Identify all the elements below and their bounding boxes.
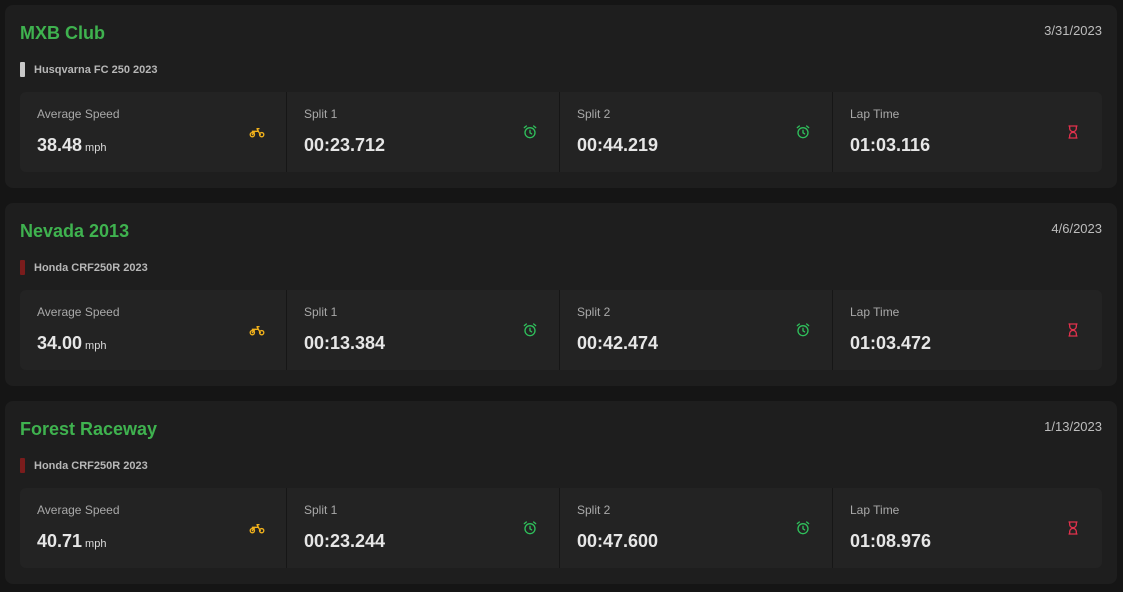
stat-split-1: Split 1 00:23.712 bbox=[287, 92, 560, 172]
stat-split-1: Split 1 00:13.384 bbox=[287, 290, 560, 370]
stat-value-number: 01:08.976 bbox=[850, 531, 932, 551]
stat-label: Split 1 bbox=[304, 305, 338, 319]
stat-value: 01:03.116 bbox=[850, 135, 930, 156]
hourglass-icon bbox=[1064, 321, 1082, 339]
alarm-clock-icon bbox=[794, 321, 812, 339]
bike-color-bar bbox=[20, 260, 25, 275]
bike-name: Honda CRF250R 2023 bbox=[34, 459, 148, 472]
stat-value: 01:03.472 bbox=[850, 333, 931, 354]
stat-split-2: Split 2 00:44.219 bbox=[560, 92, 833, 172]
session-date: 3/31/2023 bbox=[1044, 23, 1102, 38]
motorcycle-icon bbox=[248, 519, 266, 537]
stat-label: Lap Time bbox=[850, 305, 900, 319]
stat-value-number: 00:42.474 bbox=[577, 333, 659, 353]
alarm-clock-icon bbox=[521, 519, 539, 537]
stats-row: Average Speed 38.48 mph Split 1 00:23.712… bbox=[20, 92, 1102, 172]
stat-value-number: 00:23.244 bbox=[304, 531, 386, 551]
stat-unit: mph bbox=[85, 142, 107, 154]
alarm-clock-icon bbox=[521, 123, 539, 141]
bike-tag: Honda CRF250R 2023 bbox=[20, 260, 148, 275]
stat-value-number: 00:13.384 bbox=[304, 333, 386, 353]
motorcycle-icon bbox=[248, 123, 266, 141]
stat-label: Split 2 bbox=[577, 107, 611, 121]
stat-value: 34.00 mph bbox=[37, 333, 106, 354]
track-name: Forest Raceway bbox=[20, 419, 158, 439]
stat-label: Average Speed bbox=[37, 305, 120, 319]
stat-value-number: 00:47.600 bbox=[577, 531, 659, 551]
stat-value: 00:44.219 bbox=[577, 135, 658, 156]
session-card[interactable]: Forest Raceway 1/13/2023 Honda CRF250R 2… bbox=[5, 401, 1117, 584]
stats-row: Average Speed 34.00 mph Split 1 00:13.384… bbox=[20, 290, 1102, 370]
alarm-clock-icon bbox=[794, 519, 812, 537]
stat-label: Split 1 bbox=[304, 503, 338, 517]
alarm-clock-icon bbox=[794, 123, 812, 141]
stat-value-number: 00:23.712 bbox=[304, 135, 386, 155]
session-card[interactable]: Nevada 2013 4/6/2023 Honda CRF250R 2023 … bbox=[5, 203, 1117, 386]
stat-label: Average Speed bbox=[37, 503, 120, 517]
stat-label: Split 2 bbox=[577, 503, 611, 517]
stat-unit: mph bbox=[85, 340, 107, 352]
motorcycle-icon bbox=[248, 321, 266, 339]
stat-value-number: 01:03.116 bbox=[850, 135, 931, 155]
stat-label: Split 2 bbox=[577, 305, 611, 319]
stat-value: 01:08.976 bbox=[850, 531, 931, 552]
session-card[interactable]: MXB Club 3/31/2023 Husqvarna FC 250 2023… bbox=[5, 5, 1117, 188]
stats-row: Average Speed 40.71 mph Split 1 00:23.244… bbox=[20, 488, 1102, 568]
stat-value: 00:23.712 bbox=[304, 135, 385, 156]
bike-name: Honda CRF250R 2023 bbox=[34, 261, 148, 274]
track-name: Nevada 2013 bbox=[20, 221, 130, 241]
session-date: 1/13/2023 bbox=[1044, 419, 1102, 434]
stat-value-number: 00:44.219 bbox=[577, 135, 659, 155]
stat-value: 00:23.244 bbox=[304, 531, 385, 552]
stat-value: 00:42.474 bbox=[577, 333, 658, 354]
stat-split-1: Split 1 00:23.244 bbox=[287, 488, 560, 568]
stat-value-number: 01:03.472 bbox=[850, 333, 932, 353]
bike-tag: Honda CRF250R 2023 bbox=[20, 458, 148, 473]
hourglass-icon bbox=[1064, 123, 1082, 141]
stat-lap-time: Lap Time 01:08.976 bbox=[833, 488, 1102, 568]
stat-value-number: 34.00 bbox=[37, 333, 83, 353]
stat-split-2: Split 2 00:47.600 bbox=[560, 488, 833, 568]
stat-value: 00:47.600 bbox=[577, 531, 658, 552]
bike-tag: Husqvarna FC 250 2023 bbox=[20, 62, 158, 77]
stat-label: Average Speed bbox=[37, 107, 120, 121]
bike-color-bar bbox=[20, 458, 25, 473]
bike-name: Husqvarna FC 250 2023 bbox=[34, 63, 158, 76]
hourglass-icon bbox=[1064, 519, 1082, 537]
stat-lap-time: Lap Time 01:03.472 bbox=[833, 290, 1102, 370]
stat-value: 38.48 mph bbox=[37, 135, 106, 156]
session-date: 4/6/2023 bbox=[1051, 221, 1102, 236]
stat-average-speed: Average Speed 38.48 mph bbox=[20, 92, 287, 172]
stat-lap-time: Lap Time 01:03.116 bbox=[833, 92, 1102, 172]
stat-value-number: 40.71 bbox=[37, 531, 83, 551]
stat-split-2: Split 2 00:42.474 bbox=[560, 290, 833, 370]
stat-value: 40.71 mph bbox=[37, 531, 106, 552]
stat-average-speed: Average Speed 34.00 mph bbox=[20, 290, 287, 370]
alarm-clock-icon bbox=[521, 321, 539, 339]
stat-label: Split 1 bbox=[304, 107, 338, 121]
stat-unit: mph bbox=[85, 538, 107, 550]
stat-value: 00:13.384 bbox=[304, 333, 385, 354]
sessions-list: MXB Club 3/31/2023 Husqvarna FC 250 2023… bbox=[0, 0, 1123, 592]
bike-color-bar bbox=[20, 62, 25, 77]
stat-label: Lap Time bbox=[850, 107, 900, 121]
stat-average-speed: Average Speed 40.71 mph bbox=[20, 488, 287, 568]
stat-label: Lap Time bbox=[850, 503, 900, 517]
stat-value-number: 38.48 bbox=[37, 135, 83, 155]
track-name: MXB Club bbox=[20, 23, 105, 43]
